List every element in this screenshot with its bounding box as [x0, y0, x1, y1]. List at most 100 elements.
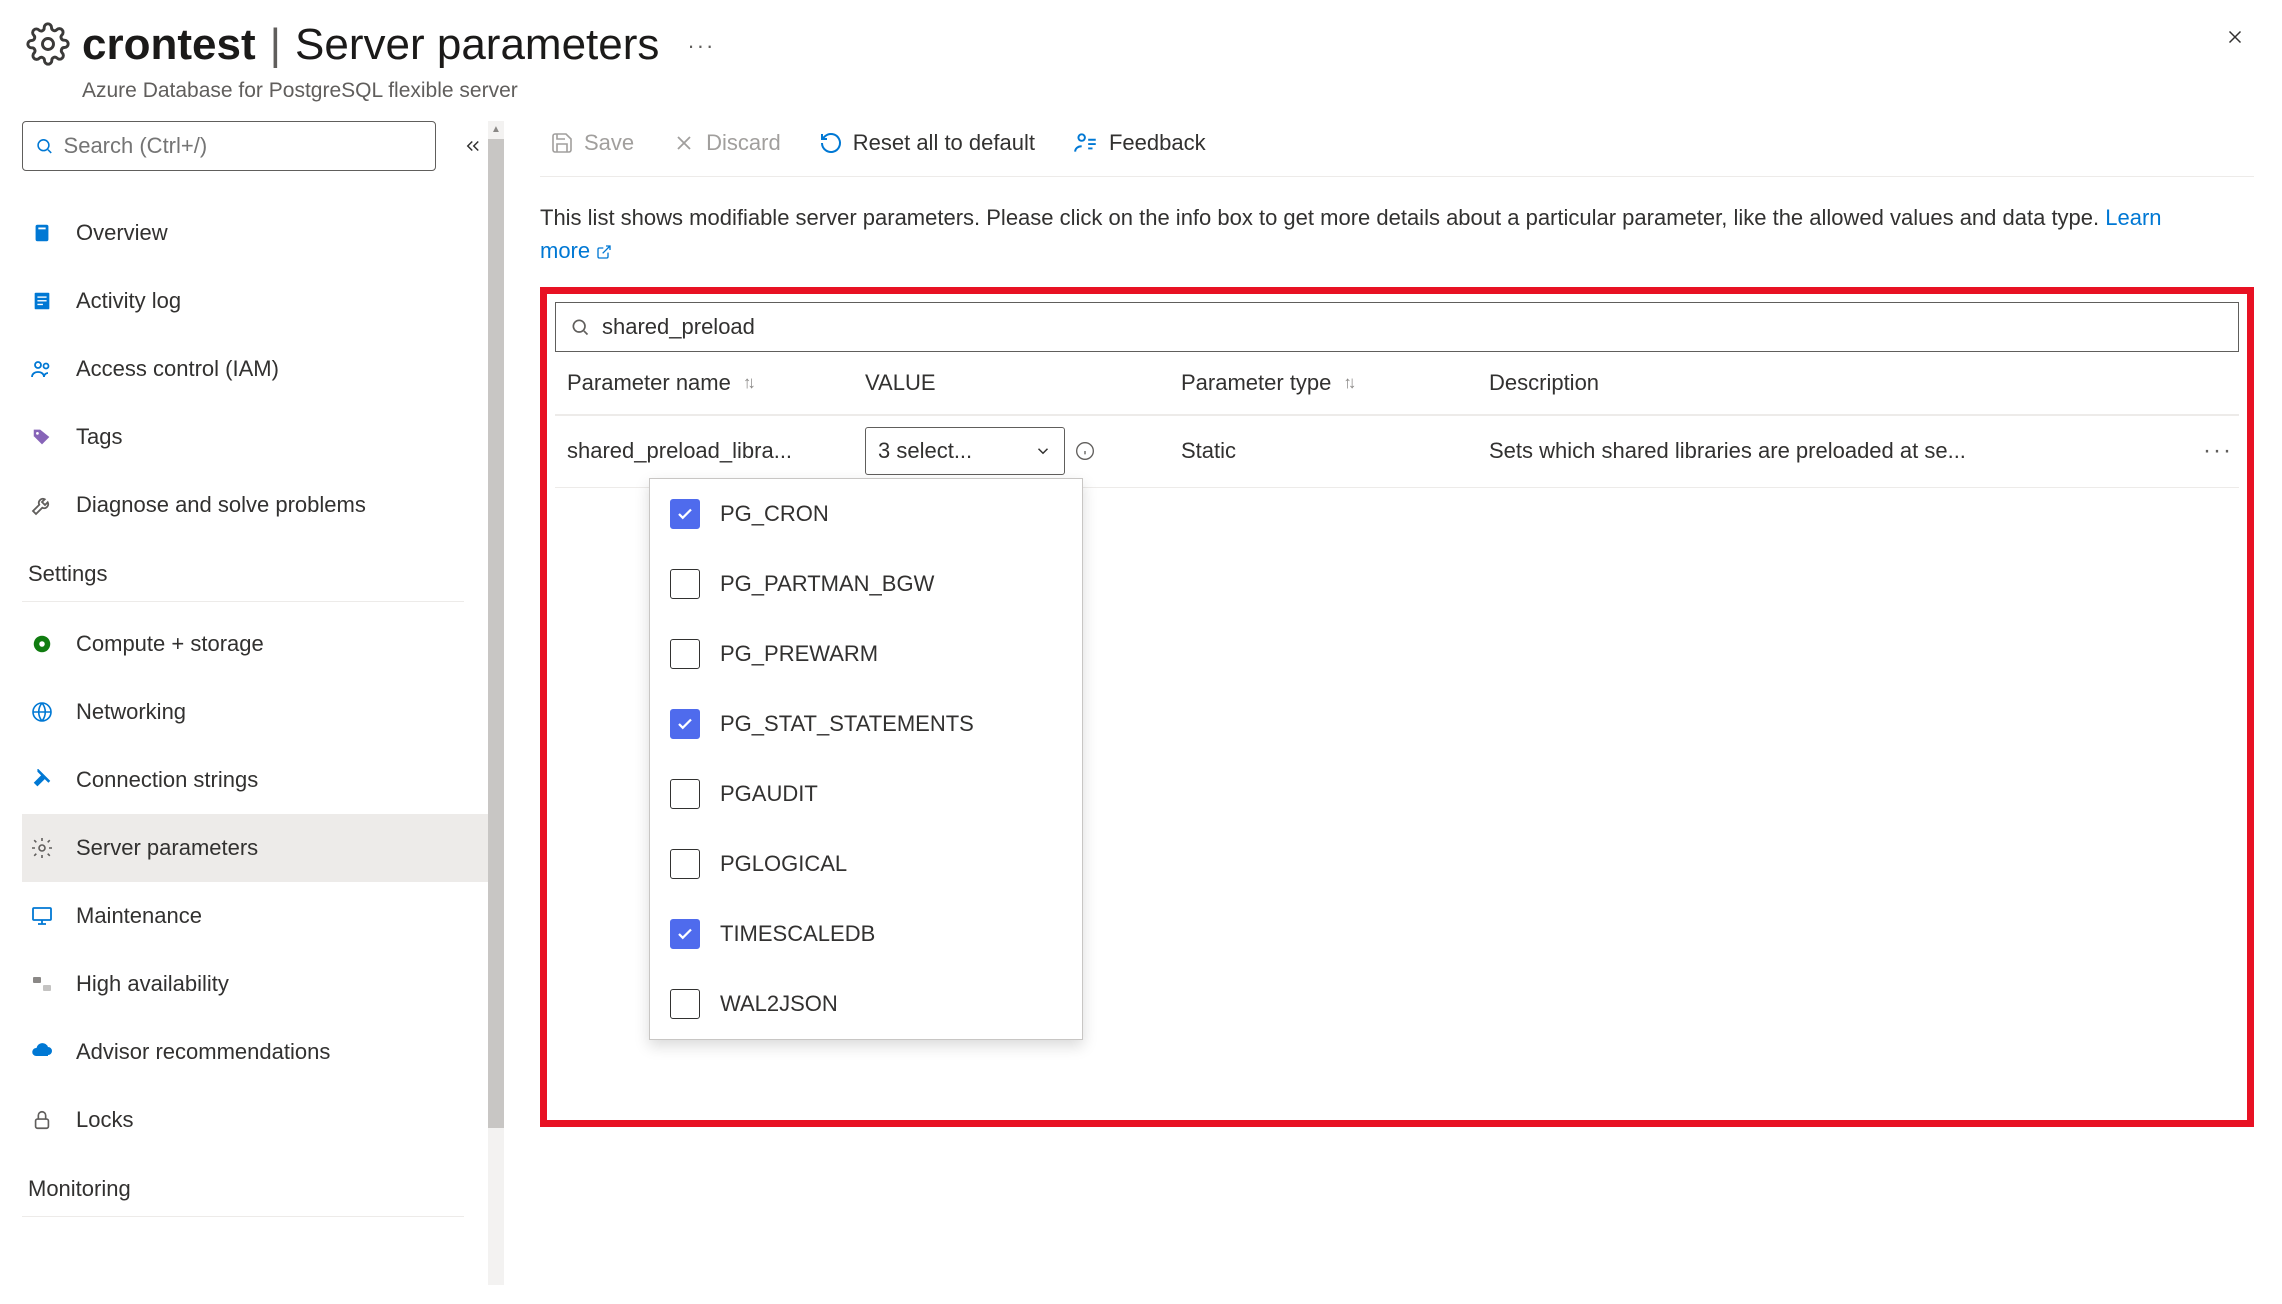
cell-param-name: shared_preload_libra... — [555, 438, 865, 464]
sidebar-item-access-control-iam-[interactable]: Access control (IAM) — [22, 335, 488, 403]
nav-label: Advisor recommendations — [76, 1039, 330, 1065]
ha-icon — [28, 970, 56, 998]
people-icon — [28, 355, 56, 383]
cell-description: Sets which shared libraries are preloade… — [1489, 438, 2203, 464]
nav-label: Server parameters — [76, 835, 258, 861]
sidebar-item-advisor-recommendations[interactable]: Advisor recommendations — [22, 1018, 488, 1086]
dropdown-option-pgaudit[interactable]: PGAUDIT — [650, 759, 1082, 829]
dropdown-option-pg_cron[interactable]: PG_CRON — [650, 479, 1082, 549]
collapse-sidebar-button[interactable] — [458, 131, 488, 161]
resource-name: crontest — [82, 20, 256, 71]
dropdown-option-timescaledb[interactable]: TIMESCALEDB — [650, 899, 1082, 969]
sidebar-item-high-availability[interactable]: High availability — [22, 950, 488, 1018]
checkbox-icon — [670, 499, 700, 529]
option-label: PG_PREWARM — [720, 641, 878, 667]
tag-icon — [28, 423, 56, 451]
info-icon[interactable] — [1075, 441, 1095, 461]
sidebar-scrollbar[interactable]: ▲ — [488, 121, 504, 1285]
close-icon — [672, 131, 696, 155]
close-button[interactable] — [2218, 20, 2252, 54]
sidebar-search-input[interactable] — [64, 133, 423, 159]
search-icon — [35, 136, 54, 156]
wrench-icon — [28, 491, 56, 519]
sidebar-item-activity-log[interactable]: Activity log — [22, 267, 488, 335]
option-label: TIMESCALEDB — [720, 921, 875, 947]
nav-label: Locks — [76, 1107, 133, 1133]
globe-icon — [28, 698, 56, 726]
external-link-icon — [596, 244, 612, 260]
dropdown-option-wal2json[interactable]: WAL2JSON — [650, 969, 1082, 1039]
nav-label: Activity log — [76, 288, 181, 314]
dropdown-option-pglogical[interactable]: PGLOGICAL — [650, 829, 1082, 899]
dropdown-popup: PG_CRON PG_PARTMAN_BGW PG_PREWARM PG_STAT_S… — [649, 478, 1083, 1040]
option-label: WAL2JSON — [720, 991, 838, 1017]
highlight-box: Parameter name ↑↓ VALUE Parameter type ↑… — [540, 287, 2254, 1127]
checkbox-icon — [670, 779, 700, 809]
monitor-icon — [28, 902, 56, 930]
save-button[interactable]: Save — [540, 122, 644, 164]
reset-button[interactable]: Reset all to default — [809, 122, 1045, 164]
sidebar-item-locks[interactable]: Locks — [22, 1086, 488, 1154]
chevron-down-icon — [1034, 442, 1052, 460]
gear-icon — [28, 834, 56, 862]
nav-label: Maintenance — [76, 903, 202, 929]
sidebar: Overview Activity log Access control (IAM)… — [0, 121, 504, 1285]
checkbox-icon — [670, 569, 700, 599]
table-header: Parameter name ↑↓ VALUE Parameter type ↑… — [555, 352, 2239, 416]
value-dropdown[interactable]: 3 select... — [865, 427, 1065, 475]
lock-icon — [28, 1106, 56, 1134]
scrollbar-thumb[interactable] — [488, 139, 504, 1128]
nav-label: Connection strings — [76, 767, 258, 793]
sidebar-search[interactable] — [22, 121, 436, 171]
sidebar-item-connection-strings[interactable]: Connection strings — [22, 746, 488, 814]
parameter-filter-input[interactable] — [602, 314, 2224, 340]
sort-icon: ↑↓ — [743, 373, 752, 393]
title-more-button[interactable]: ··· — [687, 33, 715, 58]
nav-label: Tags — [76, 424, 122, 450]
scroll-up-icon[interactable]: ▲ — [488, 121, 504, 139]
toolbar: Save Discard Reset all to default Feedba… — [540, 121, 2254, 177]
feedback-button[interactable]: Feedback — [1063, 122, 1216, 164]
parameter-filter[interactable] — [555, 302, 2239, 352]
feedback-icon — [1073, 130, 1099, 156]
option-label: PG_STAT_STATEMENTS — [720, 711, 974, 737]
sidebar-item-maintenance[interactable]: Maintenance — [22, 882, 488, 950]
sidebar-item-tags[interactable]: Tags — [22, 403, 488, 471]
discard-button[interactable]: Discard — [662, 122, 791, 164]
log-icon — [28, 287, 56, 315]
sort-icon: ↑↓ — [1343, 373, 1352, 393]
disc-icon — [28, 630, 56, 658]
plug-icon — [28, 766, 56, 794]
sidebar-item-diagnose-and-solve-problems[interactable]: Diagnose and solve problems — [22, 471, 488, 539]
search-icon — [570, 317, 590, 337]
server-icon — [28, 219, 56, 247]
nav-label: Diagnose and solve problems — [76, 492, 366, 518]
column-header-value[interactable]: VALUE — [865, 370, 1181, 396]
column-header-name[interactable]: Parameter name ↑↓ — [555, 370, 865, 396]
cell-param-type: Static — [1181, 438, 1489, 464]
nav-label: Networking — [76, 699, 186, 725]
save-icon — [550, 131, 574, 155]
sidebar-item-compute-storage[interactable]: Compute + storage — [22, 610, 488, 678]
row-more-button[interactable]: ··· — [2203, 437, 2239, 465]
dropdown-option-pg_partman_bgw[interactable]: PG_PARTMAN_BGW — [650, 549, 1082, 619]
checkbox-icon — [670, 919, 700, 949]
column-header-desc[interactable]: Description — [1489, 370, 2239, 396]
intro-text: This list shows modifiable server parame… — [540, 201, 2200, 267]
option-label: PG_PARTMAN_BGW — [720, 571, 934, 597]
checkbox-icon — [670, 709, 700, 739]
sidebar-item-server-parameters[interactable]: Server parameters — [22, 814, 488, 882]
cloud-icon — [28, 1038, 56, 1066]
column-header-type[interactable]: Parameter type ↑↓ — [1181, 370, 1489, 396]
dropdown-option-pg_stat_statements[interactable]: PG_STAT_STATEMENTS — [650, 689, 1082, 759]
page-header: crontest | Server parameters ··· Azure D… — [0, 0, 2282, 121]
dropdown-option-pg_prewarm[interactable]: PG_PREWARM — [650, 619, 1082, 689]
nav-label: High availability — [76, 971, 229, 997]
nav-label: Overview — [76, 220, 168, 246]
resource-subtitle: Azure Database for PostgreSQL flexible s… — [82, 79, 2218, 103]
sidebar-item-networking[interactable]: Networking — [22, 678, 488, 746]
section-heading: Settings — [22, 539, 464, 602]
sidebar-item-overview[interactable]: Overview — [22, 199, 488, 267]
option-label: PG_CRON — [720, 501, 829, 527]
gear-icon — [24, 20, 72, 68]
